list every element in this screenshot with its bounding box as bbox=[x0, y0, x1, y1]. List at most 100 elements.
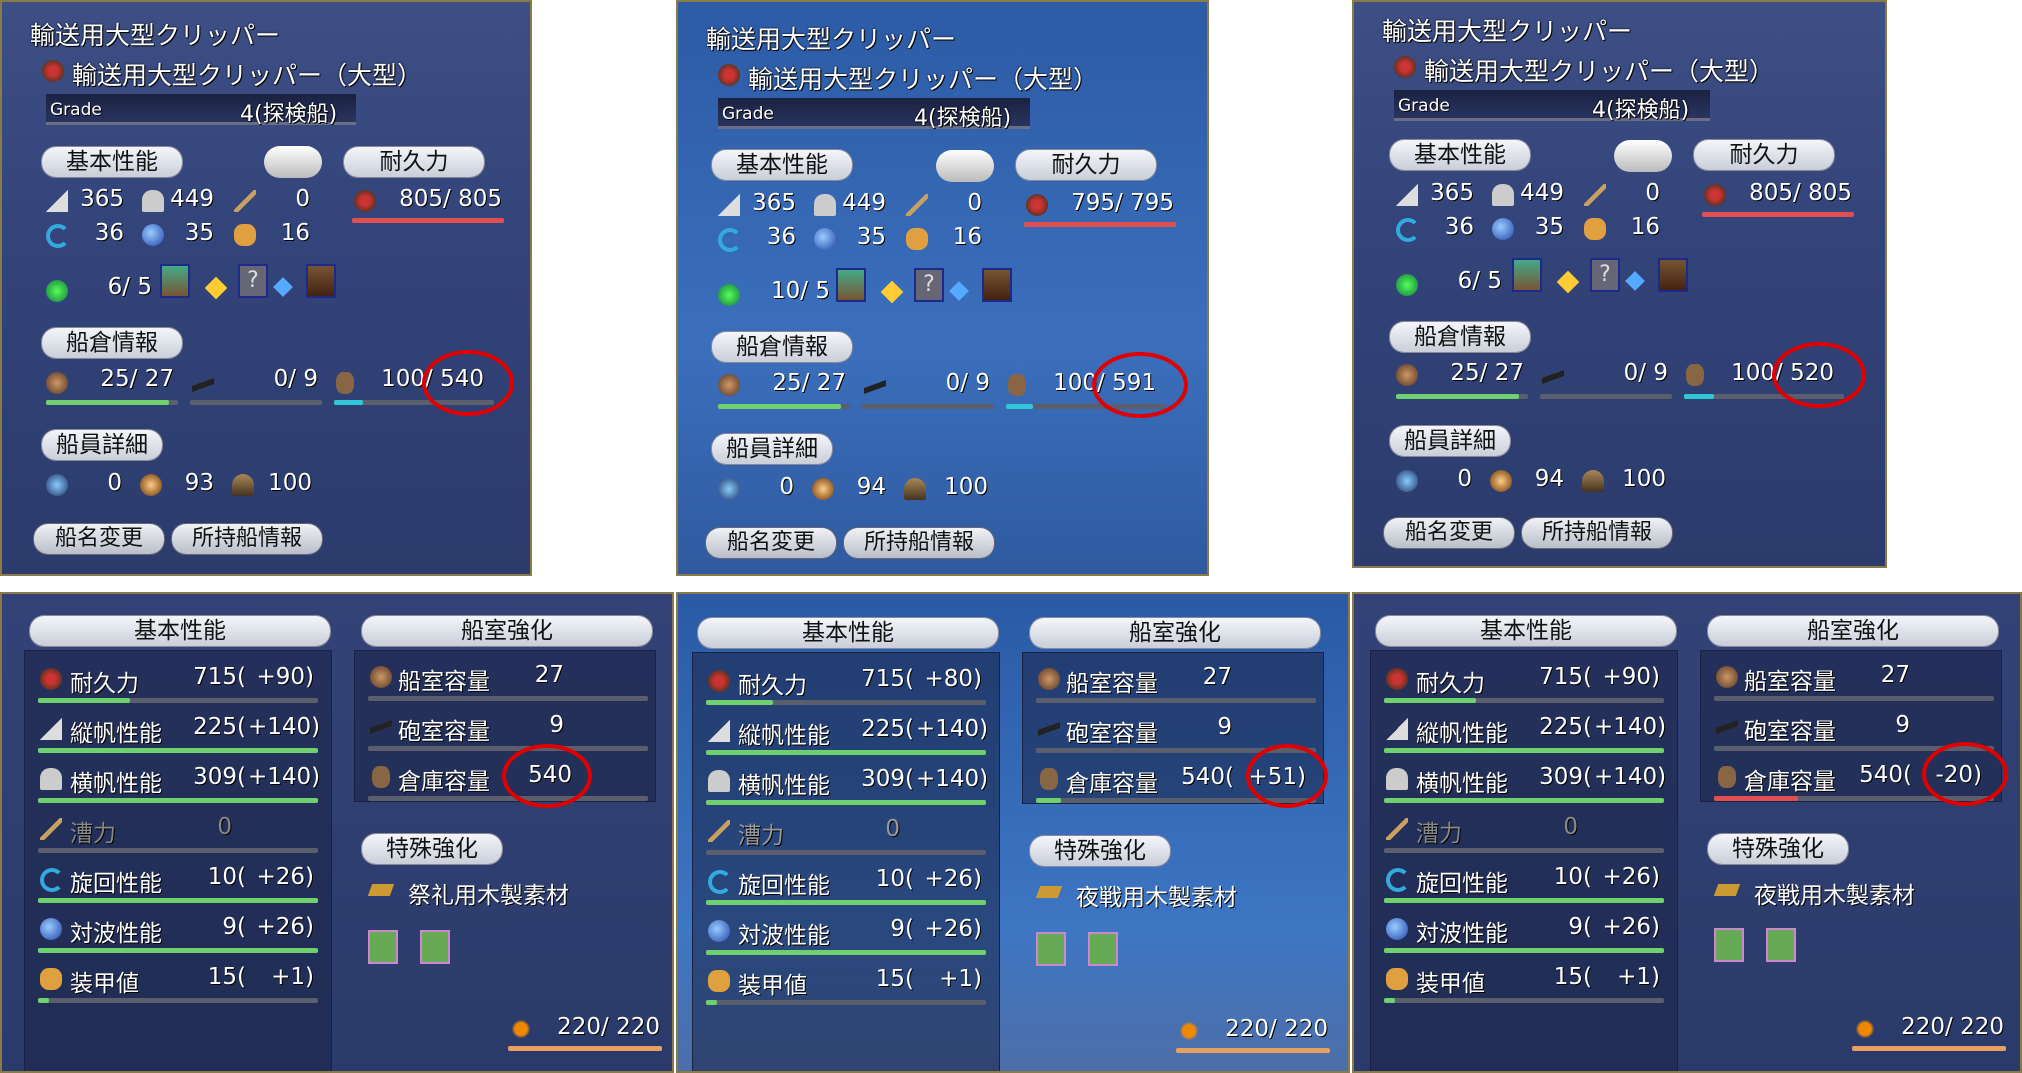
grade-value: 4(探検船) bbox=[914, 106, 1012, 131]
turning-value: 36 bbox=[766, 224, 796, 250]
stat-hsail-label: 横帆性能 bbox=[1416, 771, 1508, 797]
section-cabin: 船室強化 bbox=[1708, 616, 1998, 646]
crew-b-icon bbox=[140, 474, 162, 496]
durability-bar bbox=[1702, 212, 1854, 217]
turning-value: 36 bbox=[1444, 214, 1474, 240]
stat-hsail-value: 309( bbox=[193, 764, 246, 790]
crew-b-icon bbox=[1490, 470, 1512, 492]
wave-value: 35 bbox=[856, 224, 886, 250]
upgrade-slot-icon[interactable] bbox=[160, 264, 190, 298]
stat-vsail-bonus: +140) bbox=[248, 714, 321, 740]
cannon-capacity-bar bbox=[368, 746, 648, 751]
stat-rowing-label: 漕力 bbox=[738, 823, 784, 849]
rename-button[interactable]: 船名変更 bbox=[34, 524, 164, 554]
turning-icon bbox=[40, 868, 64, 892]
crew-a-icon bbox=[46, 474, 68, 496]
cabin-capacity-value: 27 bbox=[534, 662, 564, 688]
horizontal-sail-icon bbox=[708, 770, 730, 792]
rowing-icon bbox=[1584, 184, 1606, 206]
cargo-icon bbox=[1040, 768, 1058, 790]
stat-armor-label: 装甲値 bbox=[1416, 971, 1485, 997]
section-basic: 基本性能 bbox=[42, 147, 182, 177]
endurance-bar bbox=[508, 1046, 662, 1051]
ship-info-panel-1: 輸送用大型クリッパー 輸送用大型クリッパー（大型） Grade 4(探検船) 基… bbox=[0, 0, 532, 576]
door-slot-icon[interactable] bbox=[306, 264, 336, 298]
armor-icon bbox=[1584, 218, 1606, 240]
stat-vsail-bar bbox=[38, 748, 318, 753]
rowing-value: 0 bbox=[967, 190, 982, 216]
ship-detail-panel-3: 基本性能 船室強化 耐久力 715( +90) 縦帆性能 225( +140) … bbox=[1352, 592, 2022, 1073]
upgrade-slot-icon[interactable] bbox=[1512, 258, 1542, 292]
stat-armor-bar bbox=[706, 1000, 986, 1005]
stat-turning-value: 10( bbox=[207, 864, 246, 890]
vertical-sail-slot-icon[interactable] bbox=[1036, 932, 1066, 966]
cabin-icon bbox=[718, 374, 740, 396]
cabin-icon bbox=[1716, 666, 1738, 688]
rowing-value: 0 bbox=[1645, 180, 1660, 206]
cargo-icon bbox=[1008, 374, 1026, 396]
cabin-capacity-label: 船室容量 bbox=[1744, 669, 1836, 695]
turning-slot-icon[interactable] bbox=[1766, 928, 1796, 962]
vertical-sail-slot-icon[interactable] bbox=[368, 930, 398, 964]
ship-icon bbox=[42, 60, 64, 82]
ship-title: 輸送用大型クリッパー bbox=[706, 25, 957, 54]
cannon-icon bbox=[1716, 716, 1738, 738]
ship-toggle-icon[interactable] bbox=[1614, 140, 1672, 172]
door-slot-icon[interactable] bbox=[1658, 258, 1688, 292]
sailors-slot-value: 6/ 5 bbox=[107, 274, 152, 300]
upgrade-slot-icon[interactable] bbox=[836, 268, 866, 302]
turning-slot-icon[interactable] bbox=[420, 930, 450, 964]
rowing-value: 0 bbox=[295, 186, 310, 212]
sailor-potion-icon bbox=[46, 280, 68, 302]
owned-ships-button[interactable]: 所持船情報 bbox=[172, 524, 322, 554]
vertical-sail-slot-icon[interactable] bbox=[1714, 928, 1744, 962]
cargo-icon bbox=[1718, 766, 1736, 788]
unknown-slot-icon[interactable]: ? bbox=[1590, 258, 1620, 292]
stat-wave-label: 対波性能 bbox=[738, 923, 830, 949]
owned-ships-button[interactable]: 所持船情報 bbox=[1522, 518, 1672, 548]
cannon-capacity-label: 砲室容量 bbox=[398, 719, 490, 745]
section-hold: 船倉情報 bbox=[712, 332, 852, 362]
section-basic: 基本性能 bbox=[1376, 616, 1676, 646]
door-slot-icon[interactable] bbox=[982, 268, 1012, 302]
stat-armor-value: 15( bbox=[207, 964, 246, 990]
cannon-capacity-value: 9 bbox=[1895, 712, 1910, 738]
rename-button[interactable]: 船名変更 bbox=[706, 528, 836, 558]
special-material: 夜戦用木製素材 bbox=[1754, 883, 1915, 909]
sun-icon bbox=[510, 1018, 532, 1040]
stat-hsail-bonus: +140) bbox=[916, 766, 989, 792]
stat-wave-bar bbox=[1384, 948, 1664, 953]
highlight-ring bbox=[422, 350, 514, 416]
stat-wave-label: 対波性能 bbox=[1416, 921, 1508, 947]
stat-wave-value: 9( bbox=[1568, 914, 1592, 940]
stat-wave-value: 9( bbox=[222, 914, 246, 940]
owned-ships-button[interactable]: 所持船情報 bbox=[844, 528, 994, 558]
cargo-icon bbox=[1686, 364, 1704, 386]
ship-toggle-icon[interactable] bbox=[264, 146, 322, 178]
crew-c-icon bbox=[1582, 470, 1604, 492]
turning-slot-icon[interactable] bbox=[1088, 932, 1118, 966]
cannon-icon bbox=[1038, 718, 1060, 740]
special-material: 祭礼用木製素材 bbox=[408, 883, 569, 909]
wave-value: 35 bbox=[184, 220, 214, 246]
medal-icon bbox=[1556, 270, 1580, 294]
grade-label: Grade bbox=[50, 100, 102, 120]
cargo-capacity-label: 倉庫容量 bbox=[1066, 771, 1158, 797]
rename-button[interactable]: 船名変更 bbox=[1384, 518, 1514, 548]
unknown-slot-icon[interactable]: ? bbox=[914, 268, 944, 302]
vertical-sail-icon bbox=[40, 718, 62, 740]
stat-hsail-bonus: +140) bbox=[1594, 764, 1667, 790]
stat-wave-bar bbox=[38, 948, 318, 953]
wave-value: 35 bbox=[1534, 214, 1564, 240]
highlight-ring bbox=[1772, 342, 1866, 408]
crew-c-icon bbox=[232, 474, 254, 496]
stat-durability-bar bbox=[706, 700, 986, 705]
crew-a-value: 0 bbox=[107, 470, 122, 496]
unknown-slot-icon[interactable]: ? bbox=[238, 264, 268, 298]
crew-c-value: 100 bbox=[944, 474, 988, 500]
ship-toggle-icon[interactable] bbox=[936, 150, 994, 182]
cargo-icon bbox=[336, 372, 354, 394]
stat-turning-bar bbox=[1384, 898, 1664, 903]
ship-icon bbox=[1394, 56, 1416, 78]
horizontal-sail-value: 449 bbox=[842, 190, 886, 216]
